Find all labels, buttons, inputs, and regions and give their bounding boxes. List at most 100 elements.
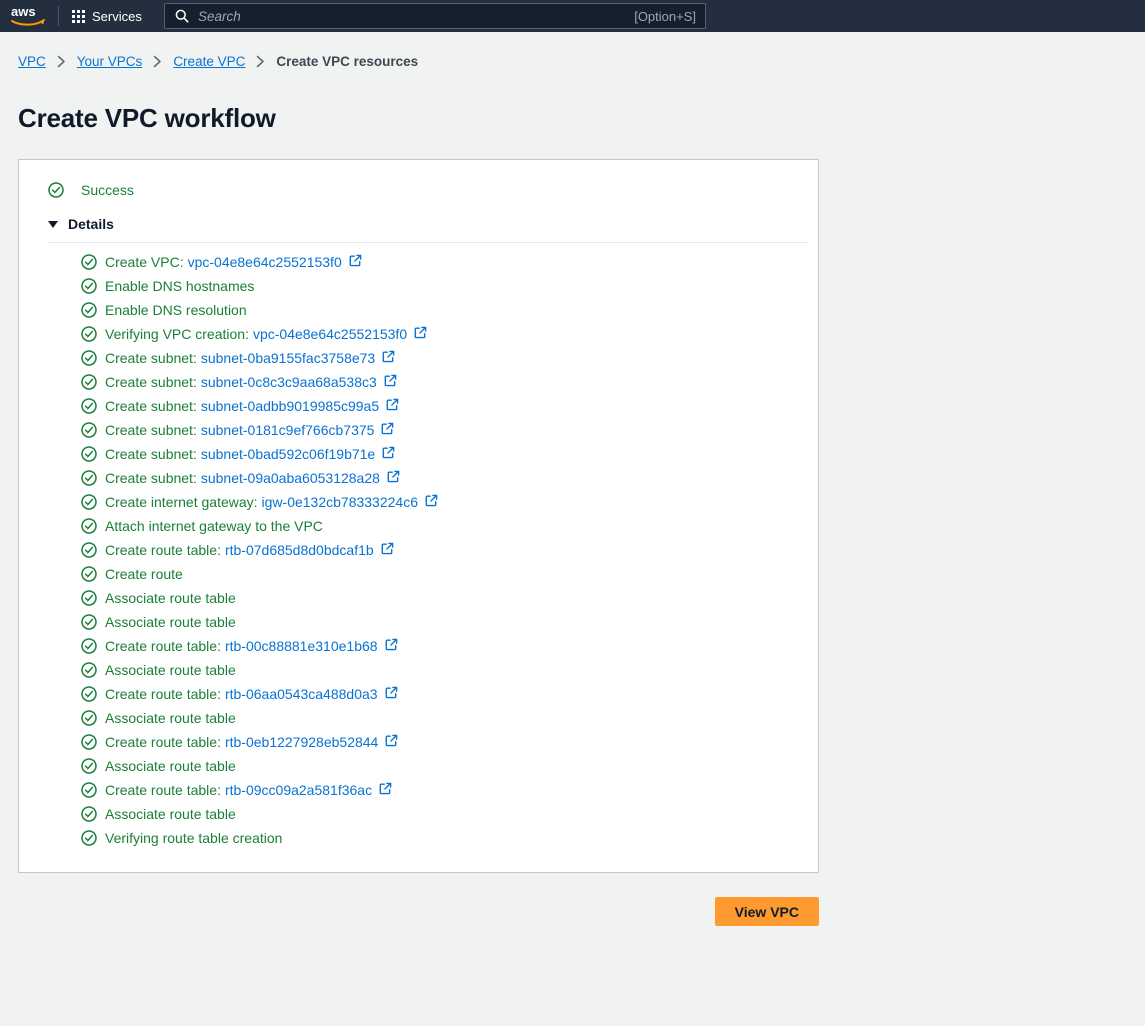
page-content: VPC Your VPCs Create VPC Create VPC reso… <box>0 32 1145 926</box>
search-input[interactable]: Search <box>198 9 634 24</box>
workflow-step-item: Create subnet: subnet-09a0aba6053128a28 <box>39 466 798 490</box>
workflow-step-item: Create subnet: subnet-0c8c3c9aa68a538c3 <box>39 370 798 394</box>
view-vpc-button[interactable]: View VPC <box>714 897 819 926</box>
workflow-step-label: Create route table: <box>105 686 221 702</box>
external-link-icon[interactable] <box>385 686 398 702</box>
workflow-step-label: Create subnet: <box>105 422 197 438</box>
workflow-step-label: Associate route table <box>105 590 236 606</box>
success-check-icon <box>81 686 97 702</box>
status-row: Success <box>39 179 798 198</box>
workflow-step-item: Create subnet: subnet-0ba9155fac3758e73 <box>39 346 798 370</box>
workflow-step-item: Attach internet gateway to the VPC <box>39 514 798 538</box>
external-link-icon[interactable] <box>385 638 398 654</box>
breadcrumb-item-your-vpcs[interactable]: Your VPCs <box>77 54 143 69</box>
workflow-step-resource-link[interactable]: rtb-0eb1227928eb52844 <box>225 734 378 750</box>
workflow-step-resource-link[interactable]: subnet-0181c9ef766cb7375 <box>201 422 375 438</box>
workflow-step-item: Create subnet: subnet-0adbb9019985c99a5 <box>39 394 798 418</box>
search-icon <box>175 9 189 23</box>
success-check-icon <box>81 614 97 630</box>
workflow-step-item: Create subnet: subnet-0181c9ef766cb7375 <box>39 418 798 442</box>
workflow-step-resource-link[interactable]: rtb-06aa0543ca488d0a3 <box>225 686 378 702</box>
workflow-step-item: Associate route table <box>39 706 798 730</box>
workflow-step-label: Create internet gateway: <box>105 494 258 510</box>
workflow-step-label: Create subnet: <box>105 470 197 486</box>
workflow-step-resource-link[interactable]: subnet-0adbb9019985c99a5 <box>201 398 379 414</box>
external-link-icon[interactable] <box>381 542 394 558</box>
success-check-icon <box>81 734 97 750</box>
chevron-right-icon <box>142 55 173 68</box>
success-check-icon <box>81 542 97 558</box>
workflow-step-resource-link[interactable]: rtb-09cc09a2a581f36ac <box>225 782 372 798</box>
success-check-icon <box>81 830 97 846</box>
workflow-step-item: Create internet gateway: igw-0e132cb78333… <box>39 490 798 514</box>
details-toggle[interactable]: Details <box>39 198 798 232</box>
workflow-step-item: Create route table: rtb-07d685d8d0bdcaf1b <box>39 538 798 562</box>
workflow-status-card: Success Details Create VPC: vpc-04e8e64c2… <box>18 159 819 873</box>
workflow-step-resource-link[interactable]: vpc-04e8e64c2552153f0 <box>188 254 342 270</box>
workflow-step-resource-link[interactable]: subnet-0c8c3c9aa68a538c3 <box>201 374 377 390</box>
workflow-step-resource-link[interactable]: rtb-07d685d8d0bdcaf1b <box>225 542 374 558</box>
workflow-step-resource-link[interactable]: igw-0e132cb78333224c6 <box>262 494 418 510</box>
success-check-icon <box>81 278 97 294</box>
success-check-icon <box>81 638 97 654</box>
workflow-step-label: Create route table: <box>105 782 221 798</box>
workflow-step-label: Create subnet: <box>105 350 197 366</box>
success-check-icon <box>81 254 97 270</box>
workflow-step-label: Enable DNS hostnames <box>105 278 255 294</box>
card-actions: View VPC <box>18 897 819 926</box>
workflow-step-item: Enable DNS resolution <box>39 298 798 322</box>
global-search-box[interactable]: Search [Option+S] <box>164 3 706 29</box>
workflow-step-item: Associate route table <box>39 802 798 826</box>
external-link-icon[interactable] <box>385 734 398 750</box>
workflow-step-item: Create route table: rtb-00c88881e310e1b68 <box>39 634 798 658</box>
external-link-icon[interactable] <box>414 326 427 342</box>
success-check-icon <box>81 470 97 486</box>
workflow-step-label: Create route table: <box>105 542 221 558</box>
caret-down-icon <box>48 220 58 228</box>
breadcrumb-item-current: Create VPC resources <box>276 54 419 69</box>
breadcrumb: VPC Your VPCs Create VPC Create VPC reso… <box>18 32 1127 72</box>
external-link-icon[interactable] <box>381 422 394 438</box>
external-link-icon[interactable] <box>384 374 397 390</box>
workflow-step-resource-link[interactable]: vpc-04e8e64c2552153f0 <box>253 326 407 342</box>
success-check-icon <box>81 518 97 534</box>
top-navigation-bar: aws Services Search [Option+S] <box>0 0 1145 32</box>
success-check-icon <box>81 782 97 798</box>
success-check-icon <box>81 758 97 774</box>
search-shortcut-hint: [Option+S] <box>634 8 696 24</box>
external-link-icon[interactable] <box>382 446 395 462</box>
external-link-icon[interactable] <box>349 254 362 270</box>
workflow-step-resource-link[interactable]: subnet-0bad592c06f19b71e <box>201 446 375 462</box>
success-check-icon <box>81 302 97 318</box>
grid-icon <box>72 9 85 23</box>
workflow-step-resource-link[interactable]: subnet-09a0aba6053128a28 <box>201 470 380 486</box>
breadcrumb-item-create-vpc[interactable]: Create VPC <box>173 54 245 69</box>
external-link-icon[interactable] <box>387 470 400 486</box>
services-menu-button[interactable]: Services <box>59 0 153 32</box>
workflow-step-list: Create VPC: vpc-04e8e64c2552153f0 Enable D… <box>39 243 798 850</box>
external-link-icon[interactable] <box>382 350 395 366</box>
external-link-icon[interactable] <box>386 398 399 414</box>
workflow-step-item: Associate route table <box>39 610 798 634</box>
workflow-step-item: Create route <box>39 562 798 586</box>
aws-logo[interactable]: aws <box>0 0 58 32</box>
workflow-step-item: Create route table: rtb-06aa0543ca488d0a3 <box>39 682 798 706</box>
workflow-step-label: Associate route table <box>105 758 236 774</box>
workflow-step-label: Create subnet: <box>105 446 197 462</box>
workflow-step-item: Create subnet: subnet-0bad592c06f19b71e <box>39 442 798 466</box>
external-link-icon[interactable] <box>425 494 438 510</box>
workflow-step-resource-link[interactable]: rtb-00c88881e310e1b68 <box>225 638 378 654</box>
success-check-icon <box>81 350 97 366</box>
details-label: Details <box>68 216 114 232</box>
success-check-icon <box>81 662 97 678</box>
success-check-icon <box>81 446 97 462</box>
chevron-right-icon <box>46 55 77 68</box>
workflow-step-resource-link[interactable]: subnet-0ba9155fac3758e73 <box>201 350 375 366</box>
workflow-step-label: Enable DNS resolution <box>105 302 247 318</box>
workflow-step-label: Associate route table <box>105 806 236 822</box>
workflow-step-item: Associate route table <box>39 754 798 778</box>
workflow-step-item: Verifying VPC creation: vpc-04e8e64c25521… <box>39 322 798 346</box>
workflow-step-item: Create VPC: vpc-04e8e64c2552153f0 <box>39 250 798 274</box>
external-link-icon[interactable] <box>379 782 392 798</box>
breadcrumb-item-vpc[interactable]: VPC <box>18 54 46 69</box>
